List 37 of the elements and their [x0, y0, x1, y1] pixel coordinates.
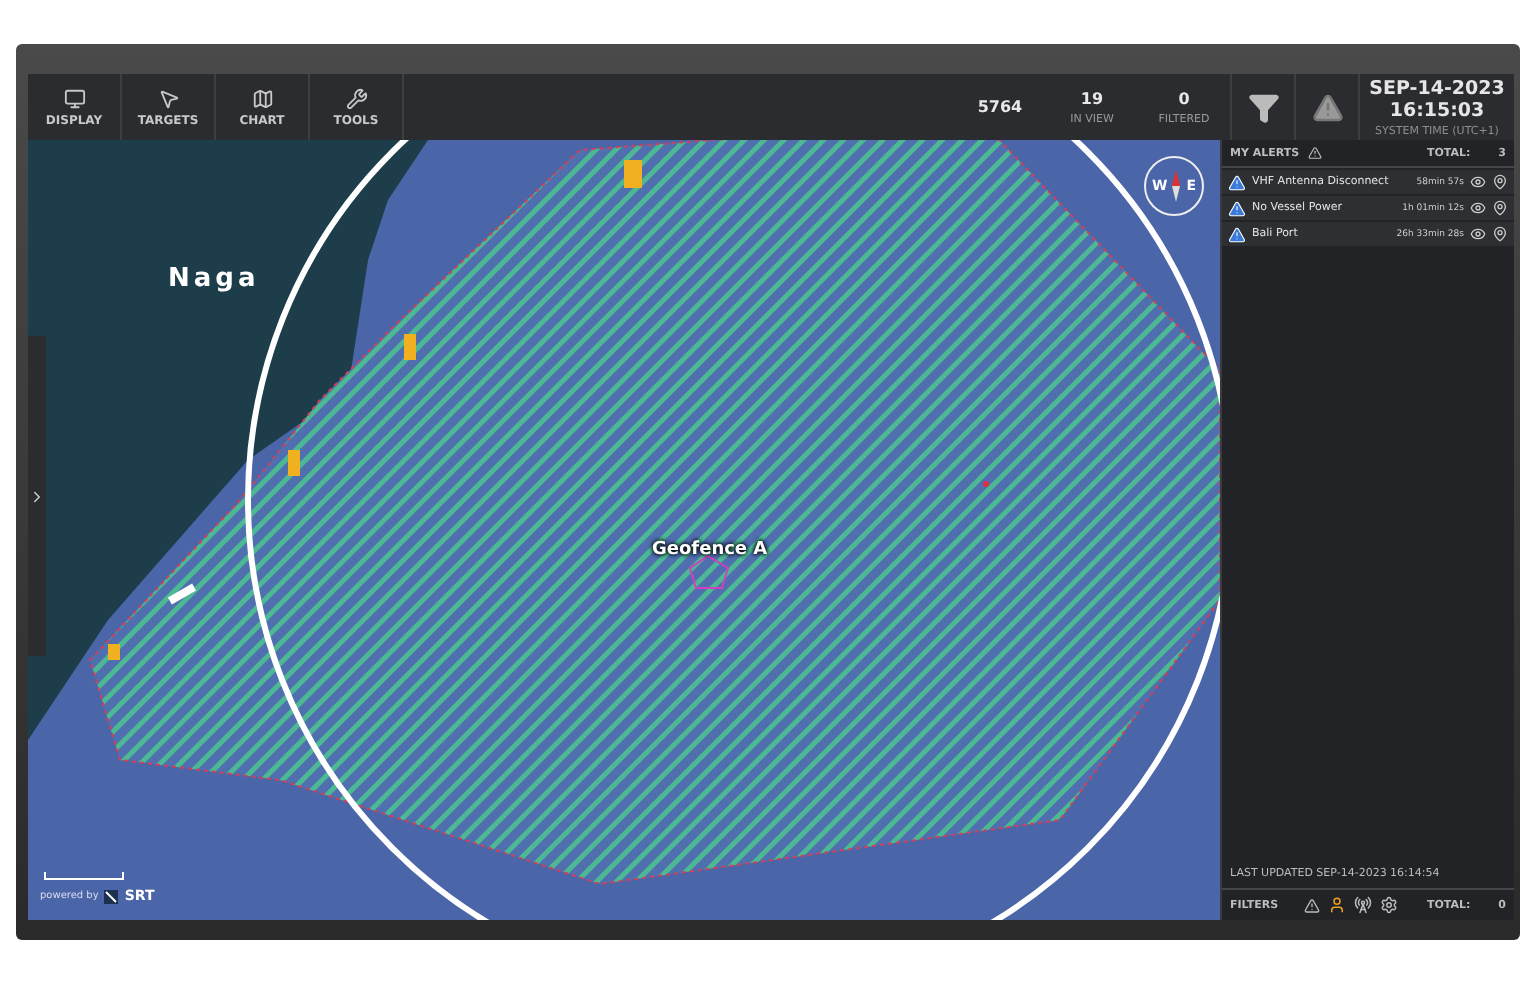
eye-icon[interactable]	[1470, 200, 1486, 216]
geofence-marker	[688, 554, 730, 589]
geofence-label: Geofence A	[652, 540, 768, 560]
scale-bar	[44, 872, 124, 880]
warning-icon	[1307, 146, 1322, 160]
warning-icon	[1228, 225, 1246, 243]
chevron-icon	[28, 487, 46, 505]
warning-icon[interactable]	[1304, 897, 1321, 913]
eye-icon[interactable]	[1470, 174, 1486, 190]
map-pin-icon[interactable]	[1492, 174, 1508, 190]
settings-icon[interactable]	[1380, 896, 1399, 914]
date-text: SEP-14-2023	[1369, 77, 1505, 99]
stat-value: 0	[1178, 89, 1190, 107]
vessel-marker	[167, 583, 197, 605]
warning-icon	[1311, 91, 1343, 123]
wrench-icon	[345, 87, 367, 109]
vessel-marker	[624, 160, 642, 188]
warning-icon	[1228, 199, 1246, 217]
chart-icon	[251, 87, 273, 109]
map-pin-icon[interactable]	[1492, 200, 1508, 216]
time-text: 16:15:03	[1389, 99, 1485, 121]
cursor-icon	[157, 87, 179, 109]
stat-value: 5764	[977, 98, 1023, 116]
filter-icon	[1247, 91, 1279, 123]
vessel-marker	[404, 334, 416, 360]
vessel-marker	[108, 644, 120, 660]
target-dot	[983, 481, 989, 487]
stat-value: 19	[1080, 89, 1104, 107]
map-pin-icon[interactable]	[1492, 226, 1508, 242]
compass-needle-icon	[1172, 170, 1181, 202]
antenna-icon[interactable]	[1354, 896, 1373, 914]
monitor-icon	[63, 87, 85, 109]
vessel-marker	[288, 450, 300, 476]
place-label: Naga	[168, 264, 260, 294]
person-icon[interactable]	[1328, 896, 1347, 914]
warning-icon	[1228, 173, 1246, 191]
eye-icon[interactable]	[1470, 226, 1486, 242]
